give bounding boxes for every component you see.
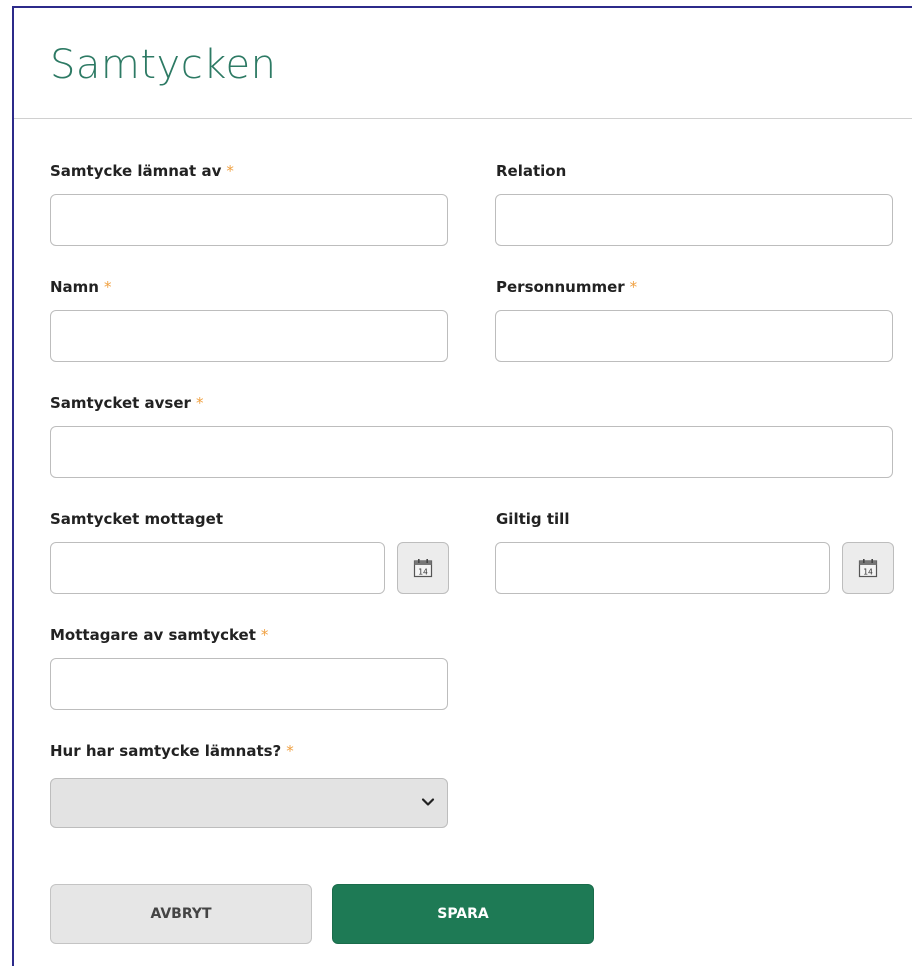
given-by-input[interactable]: [50, 194, 448, 246]
page-title: Samtycken: [50, 42, 277, 88]
recipient-label: Mottagare av samtycket *: [50, 626, 269, 644]
consent-concerns-label: Samtycket avser *: [50, 394, 204, 412]
calendar-icon: 14: [413, 559, 433, 578]
recipient-input[interactable]: [50, 658, 448, 710]
given-by-label: Samtycke lämnat av *: [50, 162, 234, 180]
relation-input[interactable]: [495, 194, 893, 246]
required-marker: *: [103, 278, 112, 296]
personal-number-label: Personnummer *: [496, 278, 638, 296]
consent-form-panel: Samtycken Samtycke lämnat av * Relation N…: [12, 6, 912, 966]
valid-until-calendar-button[interactable]: 14: [842, 542, 894, 594]
received-date-label: Samtycket mottaget: [50, 510, 224, 528]
required-marker: *: [286, 742, 294, 760]
relation-label: Relation: [496, 162, 567, 180]
chevron-down-icon: [421, 798, 435, 806]
valid-until-input[interactable]: [495, 542, 830, 594]
required-marker: *: [226, 162, 234, 180]
required-marker: *: [195, 394, 204, 412]
calendar-icon: 14: [858, 559, 878, 578]
required-marker: *: [260, 626, 269, 644]
received-date-input[interactable]: [50, 542, 385, 594]
header: Samtycken: [14, 8, 912, 119]
received-date-calendar-button[interactable]: 14: [397, 542, 449, 594]
calendar-day-label: 14: [863, 568, 873, 577]
valid-until-label: Giltig till: [496, 510, 570, 528]
name-input[interactable]: [50, 310, 448, 362]
consent-concerns-input[interactable]: [50, 426, 893, 478]
how-given-select[interactable]: [50, 778, 448, 828]
save-button[interactable]: SPARA: [332, 884, 594, 944]
calendar-day-label: 14: [418, 568, 428, 577]
how-given-label: Hur har samtycke lämnats? *: [50, 742, 294, 760]
personal-number-input[interactable]: [495, 310, 893, 362]
cancel-button[interactable]: AVBRYT: [50, 884, 312, 944]
required-marker: *: [629, 278, 638, 296]
name-label: Namn *: [50, 278, 112, 296]
